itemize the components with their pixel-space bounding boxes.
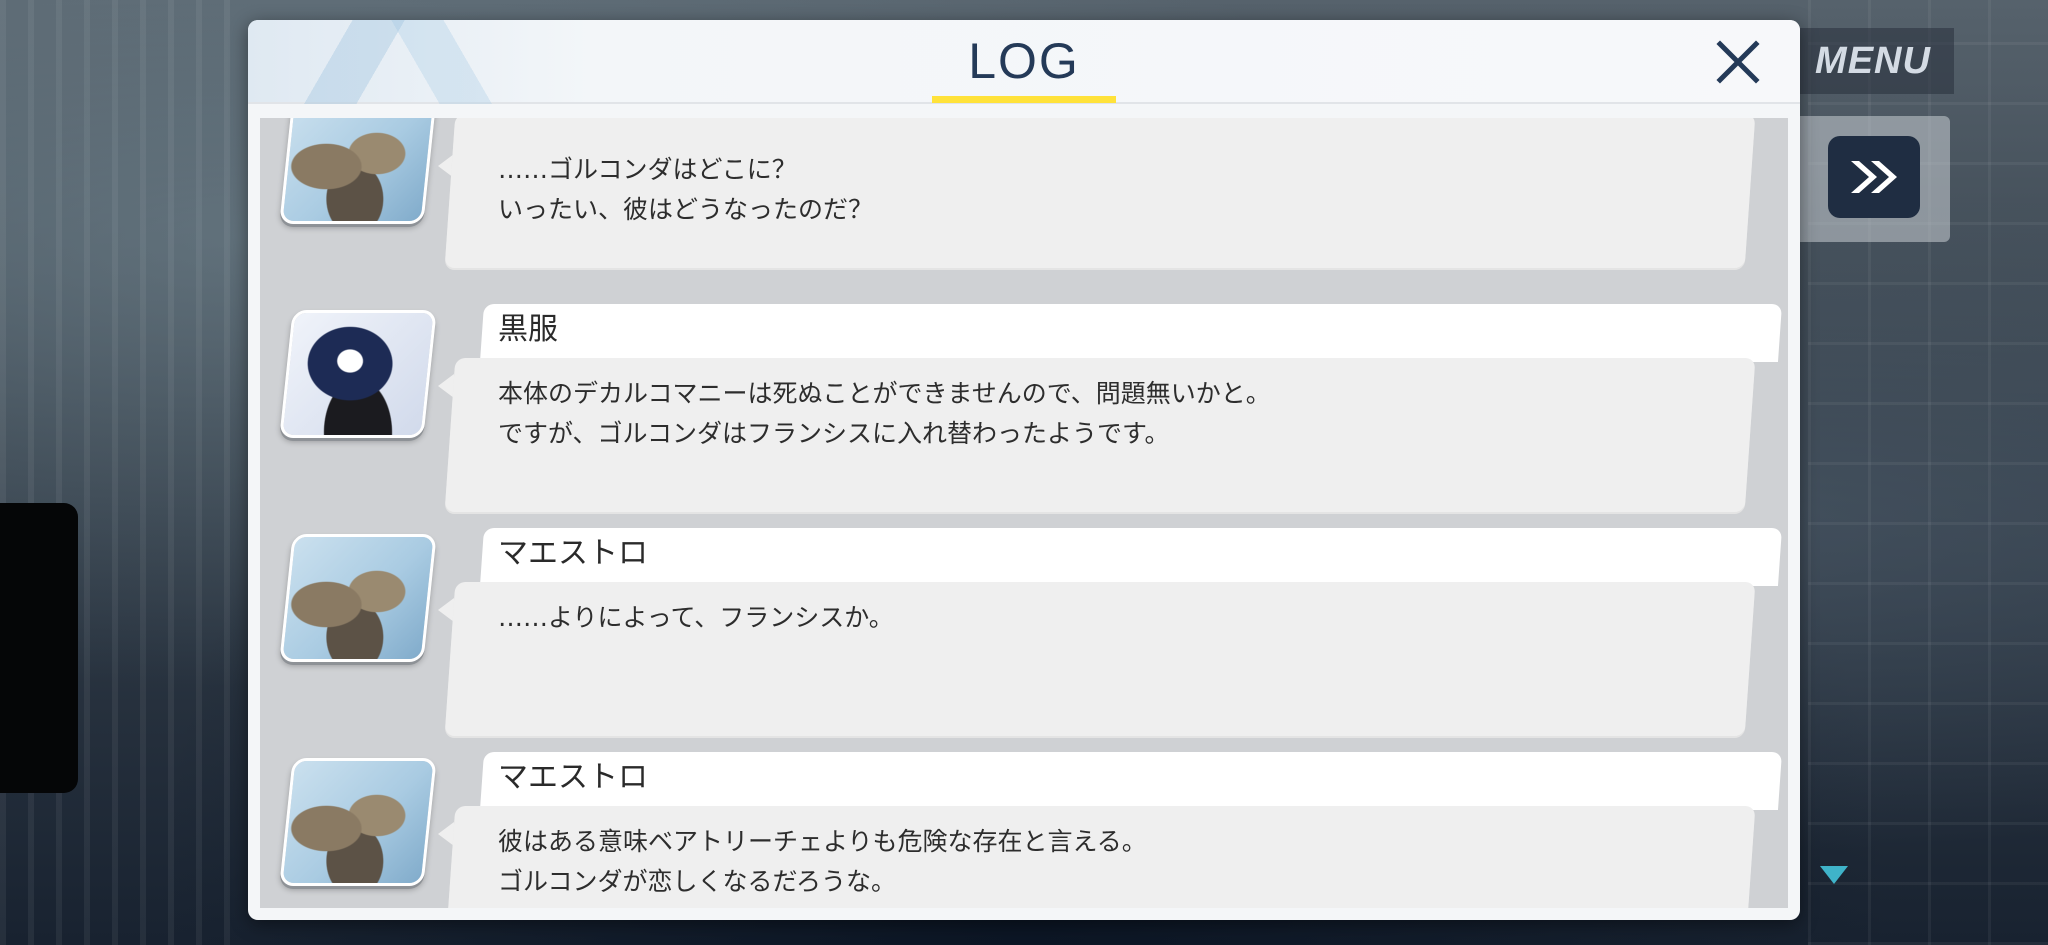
dialogue-line: ですが、ゴルコンダはフランシスに入れ替わったようです。 <box>498 419 1170 448</box>
dialogue-text: 彼はある意味ベアトリーチェよりも危険な存在と言える。 ゴルコンダが恋しくなるだろ… <box>498 822 1698 902</box>
speaker-portrait <box>279 118 437 224</box>
speaker-name-tab <box>479 752 1783 810</box>
dialogue-line: 本体のデカルコマニーは死ぬことができませんので、問題無いかと。 <box>498 379 1271 408</box>
header-decoration <box>248 20 548 104</box>
speaker-portrait <box>279 310 437 438</box>
log-entry: マエストロ 彼はある意味ベアトリーチェよりも危険な存在と言える。 ゴルコンダが恋… <box>260 752 1788 908</box>
fast-forward-button[interactable] <box>1828 136 1920 218</box>
log-window: LOG ……ゴルコンダはどこに？ いったい、彼はどうなったのだ？ 黒服 本体のデ… <box>248 20 1800 920</box>
speaker-portrait <box>279 534 437 662</box>
dialogue-line: いったい、彼はどうなったのだ？ <box>498 195 874 224</box>
dialogue-line: 彼はある意味ベアトリーチェよりも危険な存在と言える。 <box>498 827 1147 856</box>
log-title: LOG <box>968 33 1080 89</box>
log-header: LOG <box>248 20 1800 104</box>
log-entry: マエストロ ……よりによって、フランシスか。 <box>260 528 1788 752</box>
log-list[interactable]: ……ゴルコンダはどこに？ いったい、彼はどうなったのだ？ 黒服 本体のデカルコマ… <box>260 118 1788 908</box>
background-fence <box>0 0 250 945</box>
dialogue-text: 本体のデカルコマニーは死ぬことができませんので、問題無いかと。 ですが、ゴルコン… <box>498 374 1698 454</box>
speaker-name-tab <box>479 528 1783 586</box>
dialogue-text: ……ゴルコンダはどこに？ いったい、彼はどうなったのだ？ <box>498 150 1698 230</box>
title-underline <box>932 96 1116 103</box>
scroll-down-icon[interactable] <box>1820 866 1848 884</box>
close-icon <box>1716 40 1760 84</box>
menu-button[interactable]: MENU <box>1792 28 1954 94</box>
bubble-pointer <box>438 822 454 846</box>
bubble-pointer <box>438 374 454 398</box>
menu-button-label: MENU <box>1815 39 1931 82</box>
dialogue-line: ……よりによって、フランシスか。 <box>498 603 894 632</box>
dialogue-text: ……よりによって、フランシスか。 <box>498 598 1698 638</box>
bubble-pointer <box>438 598 454 622</box>
dialogue-line: ゴルコンダが恋しくなるだろうな。 <box>498 867 897 896</box>
speaker-name: マエストロ <box>498 536 648 571</box>
fast-forward-icon <box>1851 161 1897 193</box>
log-entry: ……ゴルコンダはどこに？ いったい、彼はどうなったのだ？ <box>260 118 1788 276</box>
speaker-name-tab <box>479 304 1783 362</box>
left-side-panel <box>0 503 78 793</box>
close-button[interactable] <box>1710 34 1766 90</box>
speaker-name: マエストロ <box>498 760 648 795</box>
speaker-portrait <box>279 758 437 886</box>
dialogue-line: ……ゴルコンダはどこに？ <box>498 155 797 184</box>
log-entry: 黒服 本体のデカルコマニーは死ぬことができませんので、問題無いかと。 ですが、ゴ… <box>260 304 1788 528</box>
speaker-name: 黒服 <box>498 312 558 347</box>
